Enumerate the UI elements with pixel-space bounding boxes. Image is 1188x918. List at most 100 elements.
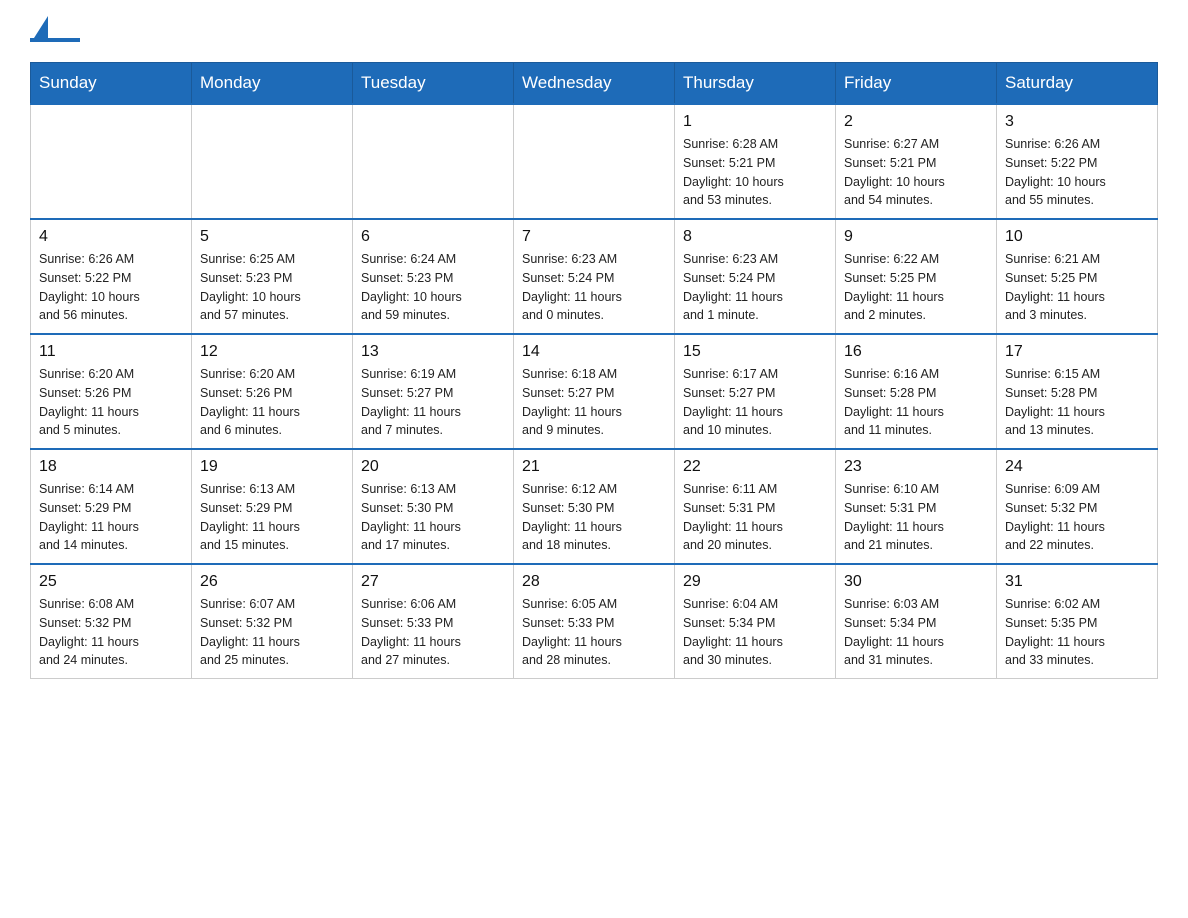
day-info: Sunrise: 6:13 AM Sunset: 5:30 PM Dayligh… [361, 480, 505, 555]
calendar-cell: 7Sunrise: 6:23 AM Sunset: 5:24 PM Daylig… [514, 219, 675, 334]
calendar-cell [514, 104, 675, 219]
day-number: 7 [522, 228, 666, 246]
calendar-table: SundayMondayTuesdayWednesdayThursdayFrid… [30, 62, 1158, 679]
day-info: Sunrise: 6:17 AM Sunset: 5:27 PM Dayligh… [683, 365, 827, 440]
day-number: 28 [522, 573, 666, 591]
day-number: 20 [361, 458, 505, 476]
calendar-cell: 27Sunrise: 6:06 AM Sunset: 5:33 PM Dayli… [353, 564, 514, 679]
day-number: 3 [1005, 113, 1149, 131]
calendar-cell: 26 Sunrise: 6:07 AM Sunset: 5:32 PM Dayli… [192, 564, 353, 679]
day-number: 10 [1005, 228, 1149, 246]
day-number: 24 [1005, 458, 1149, 476]
calendar-cell: 8Sunrise: 6:23 AM Sunset: 5:24 PM Daylig… [675, 219, 836, 334]
day-number: 25 [39, 573, 183, 591]
logo [30, 20, 86, 42]
weekday-header-friday: Friday [836, 63, 997, 105]
calendar-cell [353, 104, 514, 219]
day-info: Sunrise: 6:24 AM Sunset: 5:23 PM Dayligh… [361, 250, 505, 325]
day-info: Sunrise: 6:22 AM Sunset: 5:25 PM Dayligh… [844, 250, 988, 325]
day-number: 6 [361, 228, 505, 246]
day-number: 5 [200, 228, 344, 246]
calendar-week-1: 1 Sunrise: 6:28 AM Sunset: 5:21 PM Daylig… [31, 104, 1158, 219]
day-number: 4 [39, 228, 183, 246]
day-info: Sunrise: 6:03 AM Sunset: 5:34 PM Dayligh… [844, 595, 988, 670]
day-info: Sunrise: 6:02 AM Sunset: 5:35 PM Dayligh… [1005, 595, 1149, 670]
day-number: 18 [39, 458, 183, 476]
day-number: 17 [1005, 343, 1149, 361]
calendar-cell: 29 Sunrise: 6:04 AM Sunset: 5:34 PM Dayli… [675, 564, 836, 679]
day-number: 1 [683, 113, 827, 131]
calendar-cell: 15 Sunrise: 6:17 AM Sunset: 5:27 PM Dayli… [675, 334, 836, 449]
weekday-header-monday: Monday [192, 63, 353, 105]
calendar-cell: 19 Sunrise: 6:13 AM Sunset: 5:29 PM Dayli… [192, 449, 353, 564]
day-info: Sunrise: 6:25 AM Sunset: 5:23 PM Dayligh… [200, 250, 344, 325]
day-number: 14 [522, 343, 666, 361]
day-number: 21 [522, 458, 666, 476]
calendar-cell: 2 Sunrise: 6:27 AM Sunset: 5:21 PM Daylig… [836, 104, 997, 219]
day-info: Sunrise: 6:10 AM Sunset: 5:31 PM Dayligh… [844, 480, 988, 555]
day-number: 29 [683, 573, 827, 591]
weekday-header-saturday: Saturday [997, 63, 1158, 105]
calendar-cell: 1 Sunrise: 6:28 AM Sunset: 5:21 PM Daylig… [675, 104, 836, 219]
day-number: 2 [844, 113, 988, 131]
day-info: Sunrise: 6:16 AM Sunset: 5:28 PM Dayligh… [844, 365, 988, 440]
day-number: 8 [683, 228, 827, 246]
day-info: Sunrise: 6:20 AM Sunset: 5:26 PM Dayligh… [200, 365, 344, 440]
calendar-cell: 20 Sunrise: 6:13 AM Sunset: 5:30 PM Dayli… [353, 449, 514, 564]
day-number: 13 [361, 343, 505, 361]
calendar-cell: 28 Sunrise: 6:05 AM Sunset: 5:33 PM Dayli… [514, 564, 675, 679]
calendar-cell [31, 104, 192, 219]
weekday-header-row: SundayMondayTuesdayWednesdayThursdayFrid… [31, 63, 1158, 105]
calendar-week-2: 4Sunrise: 6:26 AM Sunset: 5:22 PM Daylig… [31, 219, 1158, 334]
day-info: Sunrise: 6:27 AM Sunset: 5:21 PM Dayligh… [844, 135, 988, 210]
day-number: 23 [844, 458, 988, 476]
calendar-cell: 5 Sunrise: 6:25 AM Sunset: 5:23 PM Daylig… [192, 219, 353, 334]
day-info: Sunrise: 6:07 AM Sunset: 5:32 PM Dayligh… [200, 595, 344, 670]
day-info: Sunrise: 6:18 AM Sunset: 5:27 PM Dayligh… [522, 365, 666, 440]
calendar-cell: 14 Sunrise: 6:18 AM Sunset: 5:27 PM Dayli… [514, 334, 675, 449]
calendar-cell: 21 Sunrise: 6:12 AM Sunset: 5:30 PM Dayli… [514, 449, 675, 564]
day-number: 30 [844, 573, 988, 591]
calendar-cell: 11Sunrise: 6:20 AM Sunset: 5:26 PM Dayli… [31, 334, 192, 449]
day-info: Sunrise: 6:08 AM Sunset: 5:32 PM Dayligh… [39, 595, 183, 670]
weekday-header-wednesday: Wednesday [514, 63, 675, 105]
day-number: 16 [844, 343, 988, 361]
calendar-week-5: 25 Sunrise: 6:08 AM Sunset: 5:32 PM Dayli… [31, 564, 1158, 679]
day-info: Sunrise: 6:04 AM Sunset: 5:34 PM Dayligh… [683, 595, 827, 670]
calendar-cell: 4Sunrise: 6:26 AM Sunset: 5:22 PM Daylig… [31, 219, 192, 334]
calendar-cell: 31 Sunrise: 6:02 AM Sunset: 5:35 PM Dayli… [997, 564, 1158, 679]
day-info: Sunrise: 6:15 AM Sunset: 5:28 PM Dayligh… [1005, 365, 1149, 440]
day-info: Sunrise: 6:28 AM Sunset: 5:21 PM Dayligh… [683, 135, 827, 210]
calendar-cell: 6 Sunrise: 6:24 AM Sunset: 5:23 PM Daylig… [353, 219, 514, 334]
calendar-cell: 9 Sunrise: 6:22 AM Sunset: 5:25 PM Daylig… [836, 219, 997, 334]
weekday-header-tuesday: Tuesday [353, 63, 514, 105]
day-number: 12 [200, 343, 344, 361]
day-info: Sunrise: 6:09 AM Sunset: 5:32 PM Dayligh… [1005, 480, 1149, 555]
calendar-week-4: 18 Sunrise: 6:14 AM Sunset: 5:29 PM Dayli… [31, 449, 1158, 564]
day-number: 31 [1005, 573, 1149, 591]
calendar-cell: 3Sunrise: 6:26 AM Sunset: 5:22 PM Daylig… [997, 104, 1158, 219]
day-info: Sunrise: 6:05 AM Sunset: 5:33 PM Dayligh… [522, 595, 666, 670]
day-info: Sunrise: 6:06 AM Sunset: 5:33 PM Dayligh… [361, 595, 505, 670]
day-number: 15 [683, 343, 827, 361]
calendar-cell: 22 Sunrise: 6:11 AM Sunset: 5:31 PM Dayli… [675, 449, 836, 564]
calendar-week-3: 11 Sunrise: 6:20 AM Sunset: 5:26 PM Dayli… [31, 334, 1158, 449]
calendar-cell: 25 Sunrise: 6:08 AM Sunset: 5:32 PM Dayli… [31, 564, 192, 679]
calendar-cell [192, 104, 353, 219]
page-header [30, 20, 1158, 42]
calendar-cell: 13 Sunrise: 6:19 AM Sunset: 5:27 PM Dayli… [353, 334, 514, 449]
day-info: Sunrise: 6:13 AM Sunset: 5:29 PM Dayligh… [200, 480, 344, 555]
day-info: Sunrise: 6:19 AM Sunset: 5:27 PM Dayligh… [361, 365, 505, 440]
day-info: Sunrise: 6:14 AM Sunset: 5:29 PM Dayligh… [39, 480, 183, 555]
day-info: Sunrise: 6:12 AM Sunset: 5:30 PM Dayligh… [522, 480, 666, 555]
calendar-cell: 10Sunrise: 6:21 AM Sunset: 5:25 PM Dayli… [997, 219, 1158, 334]
weekday-header-sunday: Sunday [31, 63, 192, 105]
day-number: 22 [683, 458, 827, 476]
day-number: 11 [39, 343, 183, 361]
day-number: 9 [844, 228, 988, 246]
day-number: 26 [200, 573, 344, 591]
calendar-cell: 17 Sunrise: 6:15 AM Sunset: 5:28 PM Dayli… [997, 334, 1158, 449]
day-info: Sunrise: 6:11 AM Sunset: 5:31 PM Dayligh… [683, 480, 827, 555]
day-number: 19 [200, 458, 344, 476]
calendar-cell: 18 Sunrise: 6:14 AM Sunset: 5:29 PM Dayli… [31, 449, 192, 564]
